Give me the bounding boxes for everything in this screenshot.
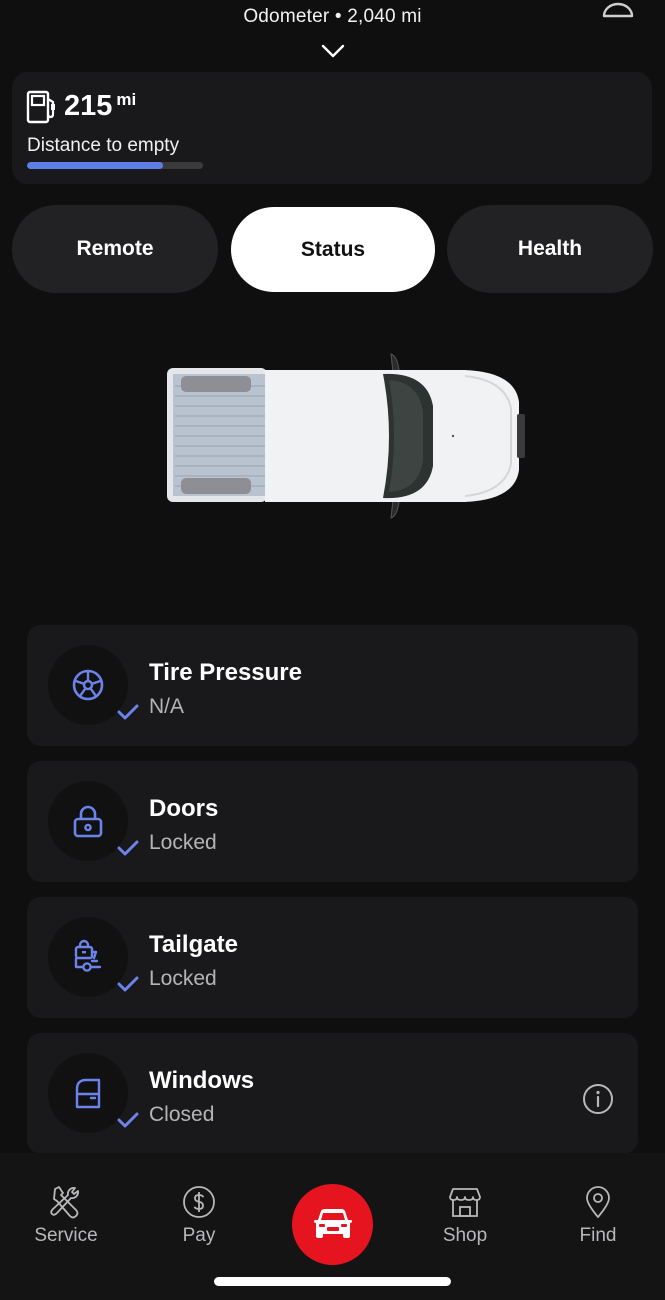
window-icon	[75, 1078, 101, 1109]
status-icon-container	[48, 917, 128, 997]
status-icon-container	[48, 781, 128, 861]
nav-service-label: Service	[34, 1225, 98, 1246]
vehicle-top-view-image	[167, 353, 525, 519]
check-icon	[117, 840, 139, 856]
fuel-range-number: 215	[64, 90, 113, 122]
home-indicator[interactable]	[214, 1277, 451, 1286]
nav-find[interactable]: Find	[553, 1185, 643, 1247]
lock-icon	[73, 805, 103, 838]
fuel-level-fill	[27, 162, 163, 169]
nav-service[interactable]: Service	[21, 1185, 111, 1247]
status-icon-container	[48, 645, 128, 725]
info-icon[interactable]	[582, 1083, 614, 1115]
tab-health[interactable]: Health	[447, 205, 653, 293]
check-icon	[117, 976, 139, 992]
status-icon-container	[48, 1053, 128, 1133]
odometer-readout: Odometer • 2,040 mi	[243, 6, 422, 27]
status-card-doors[interactable]: Doors Locked	[27, 761, 638, 882]
tab-remote[interactable]: Remote	[12, 205, 218, 293]
status-card-tire-pressure[interactable]: Tire Pressure N/A	[27, 625, 638, 746]
status-card-windows[interactable]: Windows Closed	[27, 1033, 638, 1154]
nav-shop-label: Shop	[442, 1225, 488, 1246]
status-title: Tire Pressure	[149, 659, 302, 686]
segmented-tabs: Remote Status Health	[12, 205, 653, 293]
vehicle-status-list: Tire Pressure N/A Doors Locked Tailgate …	[27, 625, 638, 1169]
tailgate-lock-icon	[74, 939, 102, 972]
location-pin-icon	[586, 1186, 610, 1218]
nav-pay-label: Pay	[182, 1225, 216, 1246]
status-value: Locked	[149, 967, 217, 990]
status-value: Closed	[149, 1103, 215, 1126]
fuel-range-value: 215 mi	[64, 90, 136, 123]
status-title: Windows	[149, 1067, 255, 1094]
nav-find-label: Find	[579, 1225, 617, 1246]
fuel-pump-icon	[26, 90, 55, 124]
chevron-down-icon[interactable]	[320, 42, 346, 60]
status-card-tailgate[interactable]: Tailgate Locked	[27, 897, 638, 1018]
fuel-range-card: 215 mi Distance to empty	[12, 72, 652, 184]
nav-pay[interactable]: Pay	[154, 1185, 244, 1247]
check-icon	[117, 1112, 139, 1128]
nav-vehicle-button[interactable]	[292, 1184, 373, 1265]
fuel-level-bar	[27, 162, 203, 169]
dollar-circle-icon	[183, 1186, 215, 1218]
fuel-range-unit: mi	[116, 90, 137, 109]
tab-status[interactable]: Status	[231, 207, 435, 292]
status-title: Doors	[149, 795, 219, 822]
car-icon	[313, 1208, 352, 1238]
storefront-icon	[449, 1188, 481, 1217]
fuel-range-label: Distance to empty	[27, 135, 180, 156]
status-value: N/A	[149, 695, 185, 718]
tire-icon	[72, 669, 104, 701]
status-title: Tailgate	[149, 931, 238, 958]
nav-shop[interactable]: Shop	[420, 1185, 510, 1247]
profile-icon[interactable]	[601, 0, 635, 18]
check-icon	[117, 704, 139, 720]
wrench-screwdriver-icon	[50, 1186, 79, 1219]
status-value: Locked	[149, 831, 217, 854]
